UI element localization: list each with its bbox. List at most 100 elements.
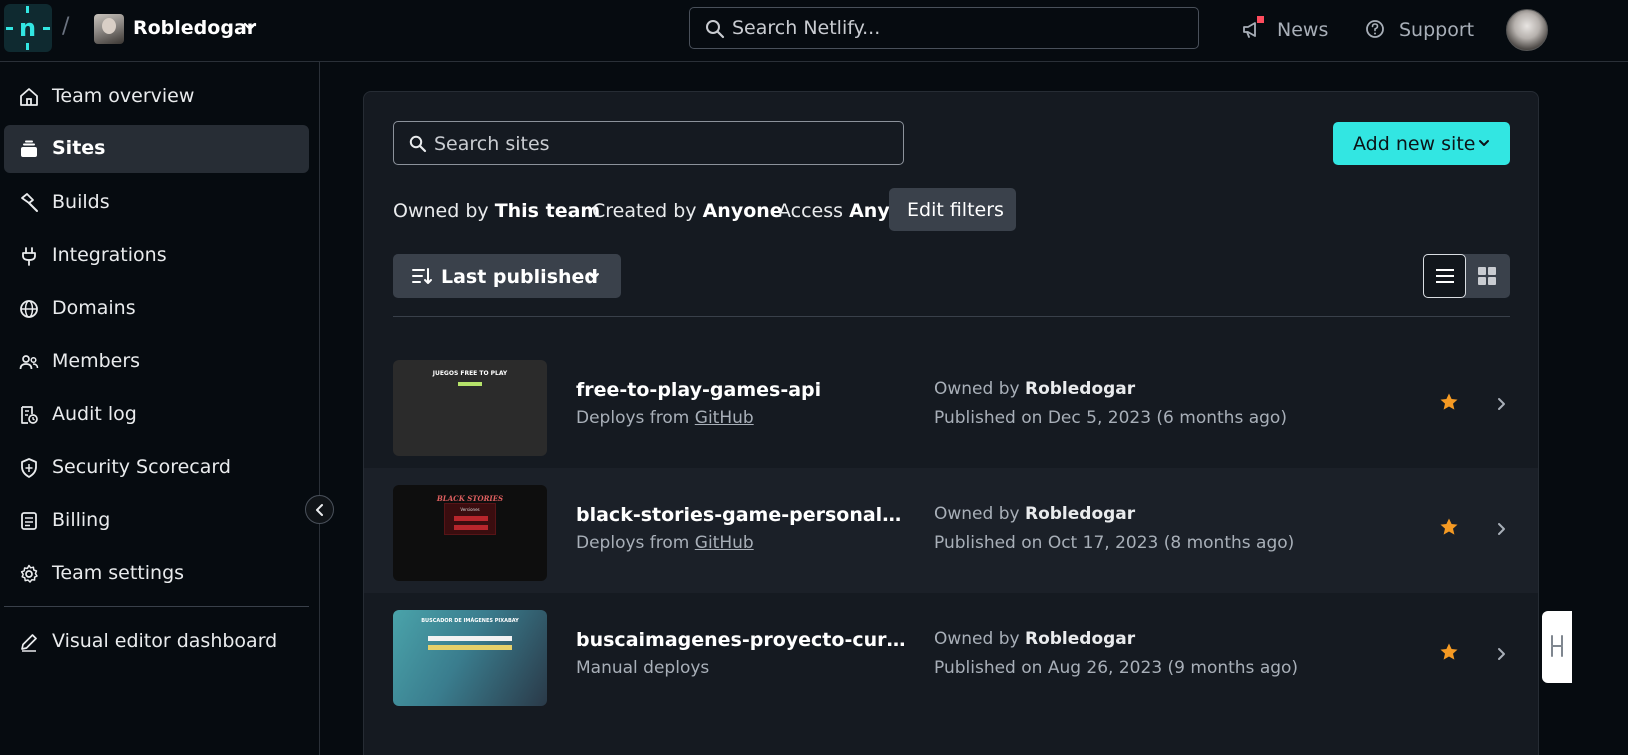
site-search-input[interactable] bbox=[434, 132, 884, 156]
star-icon[interactable] bbox=[1439, 642, 1459, 662]
filter-owned-by[interactable]: Owned by This team bbox=[393, 200, 600, 222]
support-label[interactable]: Support bbox=[1399, 19, 1474, 41]
sidebar-item-integrations[interactable]: Integrations bbox=[4, 232, 309, 280]
sidebar-item-sites[interactable]: Sites bbox=[4, 125, 309, 173]
site-thumbnail[interactable]: BUSCADOR DE IMÁGENES PIXABAY bbox=[393, 610, 547, 706]
panel-divider bbox=[393, 316, 1510, 317]
sidebar-item-builds[interactable]: Builds bbox=[4, 179, 309, 227]
plug-icon bbox=[22, 247, 36, 266]
sidebar-item-label: Members bbox=[52, 350, 141, 372]
global-search-input[interactable] bbox=[732, 16, 1182, 40]
grid-view-icon[interactable] bbox=[1477, 266, 1497, 286]
audit-log-icon bbox=[21, 406, 38, 424]
site-deploy-info: Deploys from GitHub bbox=[576, 533, 754, 553]
site-thumbnail[interactable]: BLACK STORIES Versiones bbox=[393, 485, 547, 581]
edit-filters-label: Edit filters bbox=[907, 199, 1004, 221]
filter-created-by[interactable]: Created by Anyone bbox=[592, 200, 783, 222]
list-icon bbox=[1436, 269, 1454, 283]
site-published: Published on Dec 5, 2023 (6 months ago) bbox=[934, 408, 1287, 428]
sidebar-item-label: Team overview bbox=[52, 85, 195, 107]
sidebar-item-members[interactable]: Members bbox=[4, 338, 309, 386]
site-name[interactable]: free-to-play-games-api bbox=[576, 379, 909, 401]
add-new-site-label: Add new site bbox=[1353, 133, 1476, 155]
stack-icon bbox=[21, 140, 37, 157]
team-avatar[interactable] bbox=[94, 14, 124, 44]
chevron-down-icon bbox=[1479, 140, 1489, 146]
user-avatar[interactable] bbox=[1506, 9, 1548, 51]
help-circle-icon bbox=[1366, 20, 1384, 38]
site-name[interactable]: buscaimagenes-proyecto-cursojsmo... bbox=[576, 629, 909, 651]
view-toggle bbox=[1423, 254, 1510, 298]
top-bar: n / Robledogar News Support bbox=[0, 0, 1628, 62]
sidebar-item-security-scorecard[interactable]: Security Scorecard bbox=[4, 444, 309, 492]
search-icon bbox=[706, 20, 725, 39]
drag-handle-icon bbox=[1551, 635, 1563, 657]
edit-filters-button[interactable]: Edit filters bbox=[889, 188, 1016, 231]
sidebar-item-audit-log[interactable]: Audit log bbox=[4, 391, 309, 439]
thumbnail-title: JUEGOS FREE TO PLAY bbox=[432, 370, 508, 377]
pencil-icon bbox=[21, 634, 37, 652]
gear-icon bbox=[20, 564, 38, 583]
site-row[interactable]: BLACK STORIES Versiones black-stories-ga… bbox=[364, 468, 1538, 593]
team-name[interactable]: Robledogar bbox=[133, 17, 256, 39]
collapse-sidebar-button[interactable] bbox=[305, 495, 334, 524]
github-link[interactable]: GitHub bbox=[695, 408, 754, 428]
sort-label: Last published bbox=[441, 266, 599, 288]
sidebar: Team overview Sites Builds Integrations … bbox=[0, 62, 334, 755]
chevron-right-icon[interactable] bbox=[1496, 522, 1506, 536]
star-icon[interactable] bbox=[1439, 392, 1459, 412]
sidebar-item-visual-editor-dashboard[interactable]: Visual editor dashboard bbox=[4, 618, 309, 666]
feedback-widget[interactable] bbox=[1542, 611, 1572, 683]
chevron-left-icon bbox=[316, 504, 323, 516]
netlify-logo[interactable]: n bbox=[4, 4, 52, 52]
breadcrumb-separator: / bbox=[62, 14, 70, 39]
site-row[interactable]: BUSCADOR DE IMÁGENES PIXABAY buscaimagen… bbox=[364, 593, 1538, 718]
sort-dropdown[interactable]: Last published bbox=[393, 254, 621, 298]
star-icon[interactable] bbox=[1439, 517, 1459, 537]
site-owner: Owned by Robledogar bbox=[934, 379, 1136, 399]
sidebar-item-billing[interactable]: Billing bbox=[4, 497, 309, 545]
site-name[interactable]: black-stories-game-personal-project bbox=[576, 504, 909, 526]
thumbnail-title: BUSCADOR DE IMÁGENES PIXABAY bbox=[421, 618, 519, 624]
sidebar-item-label: Visual editor dashboard bbox=[52, 630, 278, 652]
site-deploy-info: Deploys from GitHub bbox=[576, 408, 754, 428]
sidebar-item-label: Builds bbox=[52, 191, 110, 213]
global-search[interactable] bbox=[689, 7, 1199, 49]
sidebar-item-label: Domains bbox=[52, 297, 136, 319]
github-link[interactable]: GitHub bbox=[695, 533, 754, 553]
globe-icon bbox=[20, 300, 38, 318]
sidebar-item-label: Integrations bbox=[52, 244, 167, 266]
sidebar-item-team-overview[interactable]: Team overview bbox=[4, 73, 309, 121]
thumbnail-title: BLACK STORIES bbox=[436, 494, 504, 503]
sidebar-item-team-settings[interactable]: Team settings bbox=[4, 550, 309, 598]
chevron-right-icon[interactable] bbox=[1496, 397, 1506, 411]
search-icon bbox=[409, 135, 427, 153]
hammer-icon bbox=[21, 193, 38, 212]
users-icon bbox=[19, 355, 39, 370]
home-icon bbox=[20, 88, 38, 106]
site-published: Published on Oct 17, 2023 (8 months ago) bbox=[934, 533, 1295, 553]
news-label[interactable]: News bbox=[1277, 19, 1328, 41]
sidebar-item-domains[interactable]: Domains bbox=[4, 285, 309, 333]
news-badge bbox=[1257, 16, 1264, 23]
billing-icon bbox=[21, 512, 37, 530]
site-published: Published on Aug 26, 2023 (9 months ago) bbox=[934, 658, 1299, 678]
site-owner: Owned by Robledogar bbox=[934, 629, 1136, 649]
list-view-button[interactable] bbox=[1423, 254, 1466, 298]
sidebar-item-label: Sites bbox=[52, 137, 106, 159]
shield-icon bbox=[21, 458, 37, 478]
sidebar-item-label: Billing bbox=[52, 509, 111, 531]
sites-panel: Add new site Owned by This team Created … bbox=[363, 91, 1539, 755]
chevron-down-icon[interactable] bbox=[242, 19, 258, 35]
add-new-site-button[interactable]: Add new site bbox=[1333, 122, 1510, 165]
site-row[interactable]: JUEGOS FREE TO PLAY free-to-play-games-a… bbox=[364, 343, 1538, 468]
filter-access[interactable]: Access Any bbox=[778, 200, 890, 222]
sidebar-divider bbox=[4, 606, 309, 607]
chevron-right-icon[interactable] bbox=[1496, 647, 1506, 661]
site-thumbnail[interactable]: JUEGOS FREE TO PLAY bbox=[393, 360, 547, 456]
site-search[interactable] bbox=[393, 121, 904, 165]
chevron-down-icon bbox=[589, 273, 599, 279]
sort-icon bbox=[412, 268, 432, 284]
site-owner: Owned by Robledogar bbox=[934, 504, 1136, 524]
sidebar-item-label: Security Scorecard bbox=[52, 456, 231, 478]
